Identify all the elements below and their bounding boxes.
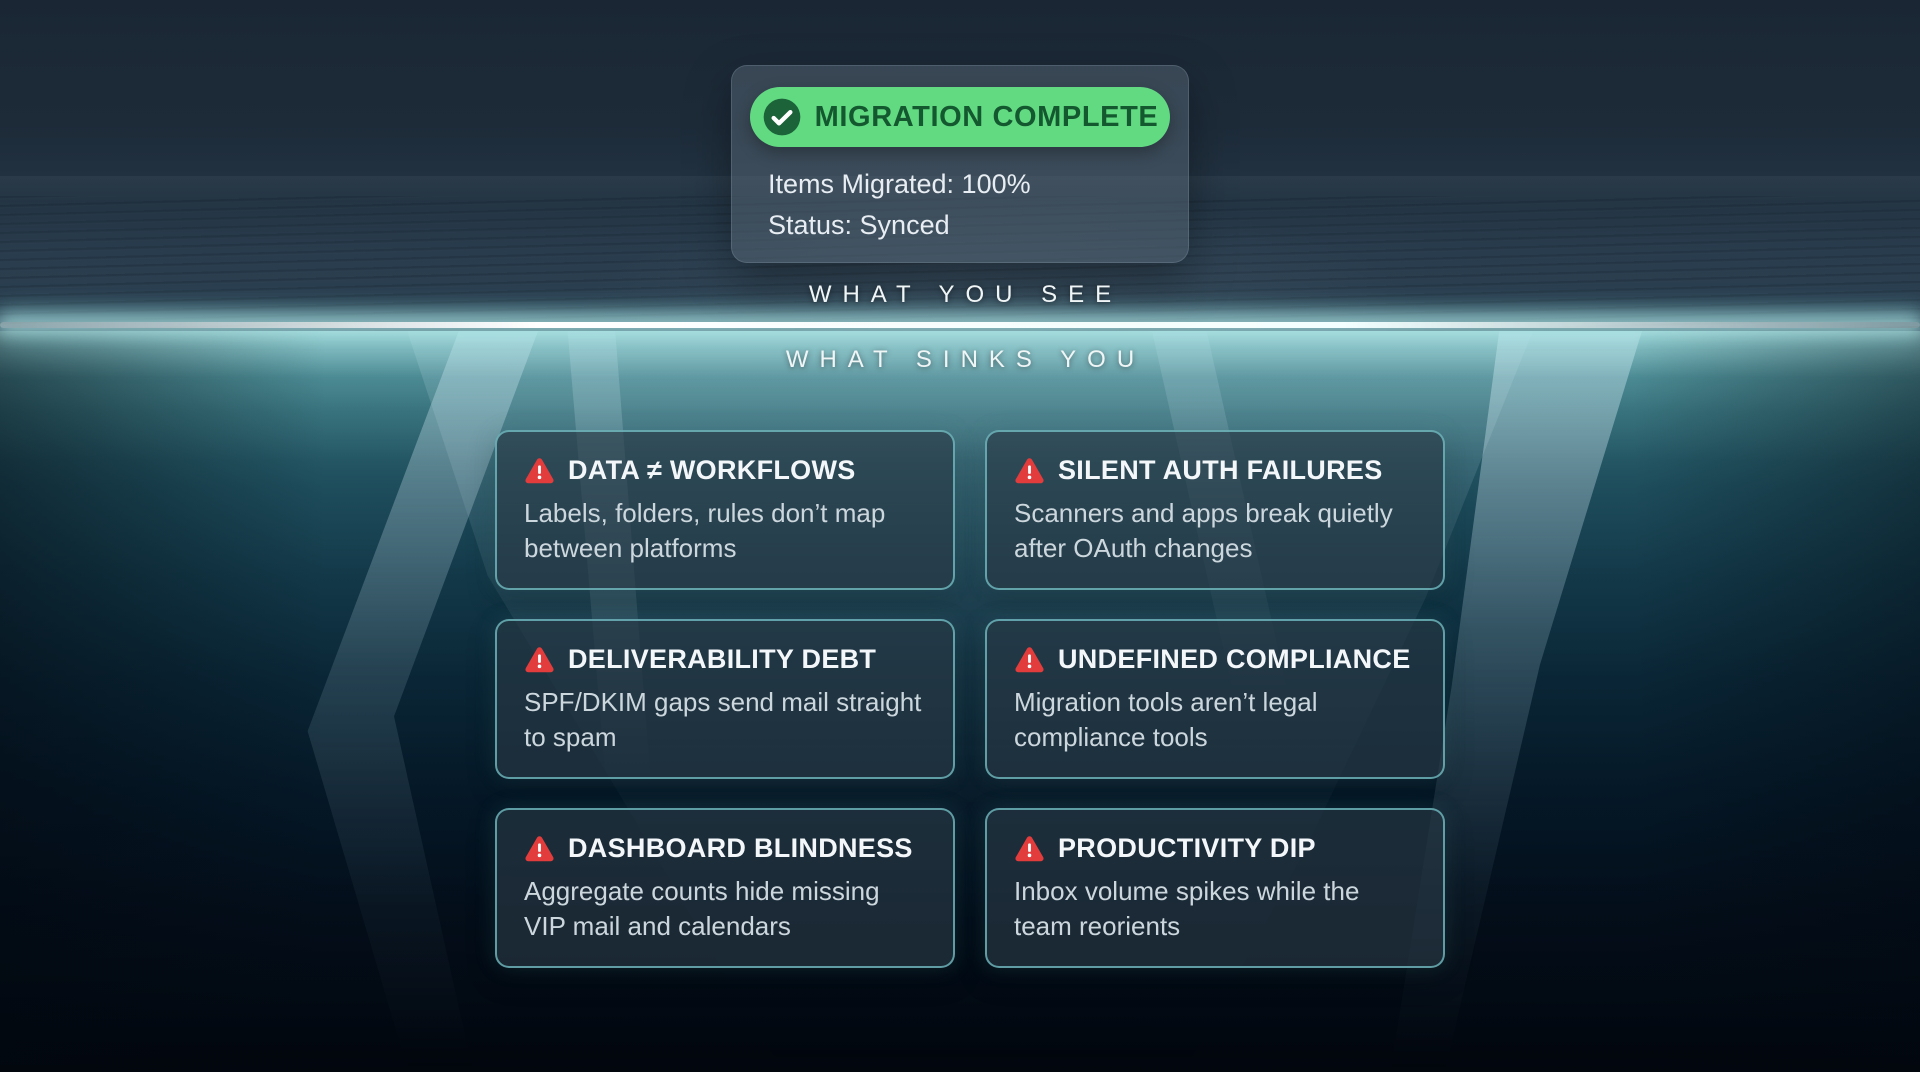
card-body: Inbox volume spikes while the team reori… [1014, 874, 1416, 944]
warning-icon [1014, 833, 1045, 864]
card-title: DELIVERABILITY DEBT [568, 644, 876, 675]
card-title: PRODUCTIVITY DIP [1058, 833, 1316, 864]
card-body: Scanners and apps break quietly after OA… [1014, 496, 1416, 566]
migration-status-panel: MIGRATION COMPLETE Items Migrated: 100% … [731, 65, 1189, 263]
card-title: DASHBOARD BLINDNESS [568, 833, 913, 864]
card-header: PRODUCTIVITY DIP [1014, 833, 1416, 864]
warning-card-dashboard: DASHBOARD BLINDNESS Aggregate counts hid… [495, 808, 955, 968]
what-you-see-label: WHAT YOU SEE [0, 281, 1920, 309]
check-circle-icon [762, 97, 802, 137]
card-title: UNDEFINED COMPLIANCE [1058, 644, 1411, 675]
items-migrated-text: Items Migrated: 100% [768, 164, 1188, 205]
what-sinks-you-label: WHAT SINKS YOU [0, 346, 1920, 374]
card-header: DELIVERABILITY DEBT [524, 644, 926, 675]
warning-card-data-workflows: DATA ≠ WORKFLOWS Labels, folders, rules … [495, 430, 955, 590]
migration-complete-badge: MIGRATION COMPLETE [750, 87, 1170, 147]
warning-icon [524, 644, 555, 675]
iceberg-infographic: MIGRATION COMPLETE Items Migrated: 100% … [0, 0, 1920, 1072]
card-body: Labels, folders, rules don’t map between… [524, 496, 926, 566]
card-header: DATA ≠ WORKFLOWS [524, 455, 926, 486]
warning-card-compliance: UNDEFINED COMPLIANCE Migration tools are… [985, 619, 1445, 779]
card-header: UNDEFINED COMPLIANCE [1014, 644, 1416, 675]
warning-icon [1014, 644, 1045, 675]
risk-cards-grid: DATA ≠ WORKFLOWS Labels, folders, rules … [495, 430, 1445, 968]
warning-icon [524, 833, 555, 864]
warning-card-productivity: PRODUCTIVITY DIP Inbox volume spikes whi… [985, 808, 1445, 968]
warning-icon [1014, 455, 1045, 486]
card-body: SPF/DKIM gaps send mail straight to spam [524, 685, 926, 755]
card-title: DATA ≠ WORKFLOWS [568, 455, 856, 486]
card-header: DASHBOARD BLINDNESS [524, 833, 926, 864]
sync-status-text: Status: Synced [768, 205, 1188, 246]
warning-icon [524, 455, 555, 486]
card-body: Aggregate counts hide missing VIP mail a… [524, 874, 926, 944]
card-body: Migration tools aren’t legal compliance … [1014, 685, 1416, 755]
card-header: SILENT AUTH FAILURES [1014, 455, 1416, 486]
card-title: SILENT AUTH FAILURES [1058, 455, 1383, 486]
migration-stats: Items Migrated: 100% Status: Synced [768, 164, 1188, 246]
warning-card-silent-auth: SILENT AUTH FAILURES Scanners and apps b… [985, 430, 1445, 590]
migration-complete-label: MIGRATION COMPLETE [815, 101, 1159, 134]
warning-card-deliverability: DELIVERABILITY DEBT SPF/DKIM gaps send m… [495, 619, 955, 779]
waterline-divider [0, 317, 1920, 333]
